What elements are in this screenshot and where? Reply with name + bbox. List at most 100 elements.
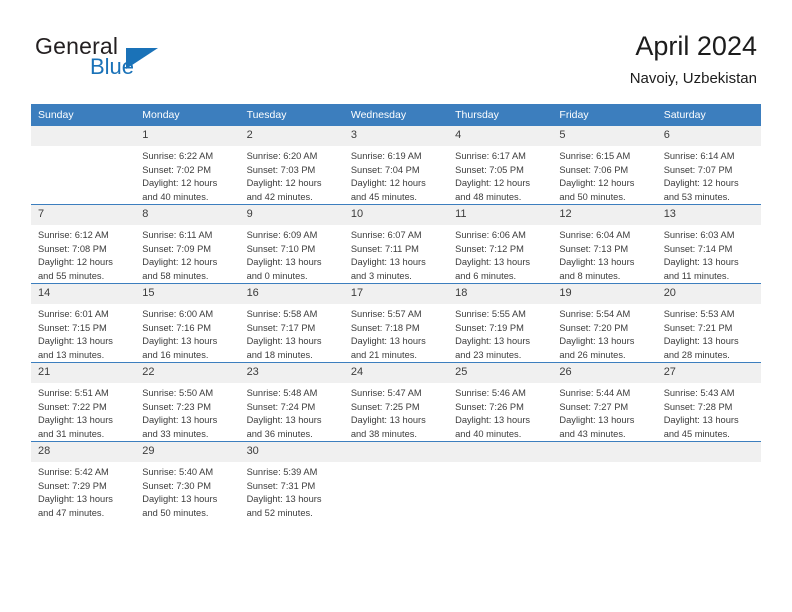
sunrise-text: Sunrise: 5:53 AM (663, 309, 735, 319)
calendar-day-cell[interactable]: 2 Sunrise: 6:20 AM Sunset: 7:03 PM Daylight… (239, 126, 344, 205)
day-details: Sunrise: 5:46 AM Sunset: 7:26 PM Daylight:… (448, 383, 552, 441)
page-title: April 2024 (635, 31, 757, 61)
day-details: Sunrise: 6:14 AM Sunset: 7:07 PM Daylight:… (657, 146, 761, 204)
day-number (552, 442, 657, 462)
calendar-day-cell[interactable]: 3 Sunrise: 6:19 AM Sunset: 7:04 PM Daylight… (343, 126, 449, 205)
day-details: Sunrise: 6:00 AM Sunset: 7:16 PM Daylight:… (135, 304, 239, 362)
calendar-day-cell[interactable]: 17 Sunrise: 5:57 AM Sunset: 7:18 PM Dayligh… (343, 283, 449, 363)
calendar-day-cell[interactable]: 19 Sunrise: 5:54 AM Sunset: 7:20 PM Dayligh… (552, 283, 657, 363)
calendar-day-cell[interactable]: 14 Sunrise: 6:01 AM Sunset: 7:15 PM Dayligh… (31, 283, 136, 363)
day-details: Sunrise: 5:58 AM Sunset: 7:17 PM Daylight:… (240, 304, 344, 362)
sunrise-text: Sunrise: 6:06 AM (455, 230, 526, 240)
sunrise-text: Sunrise: 5:50 AM (142, 388, 214, 398)
daylight-text-line1: Daylight: 13 hours (559, 336, 635, 346)
sunrise-text: Sunrise: 5:58 AM (246, 309, 318, 319)
day-number: 15 (135, 284, 240, 304)
sunrise-text: Sunrise: 5:39 AM (246, 467, 318, 477)
day-details: Sunrise: 6:04 AM Sunset: 7:13 PM Daylight:… (552, 225, 656, 283)
day-number: 21 (31, 363, 136, 383)
day-details: Sunrise: 5:53 AM Sunset: 7:21 PM Daylight:… (657, 304, 761, 362)
daylight-text-line1: Daylight: 13 hours (38, 494, 113, 504)
daylight-text-line1: Daylight: 13 hours (559, 415, 635, 425)
daylight-text-line1: Daylight: 13 hours (246, 494, 322, 504)
calendar-day-cell[interactable]: 26 Sunrise: 5:44 AM Sunset: 7:27 PM Dayligh… (552, 362, 657, 442)
day-details: Sunrise: 5:55 AM Sunset: 7:19 PM Daylight:… (448, 304, 552, 362)
calendar-cell-empty (343, 441, 449, 520)
calendar-day-cell[interactable]: 13 Sunrise: 6:03 AM Sunset: 7:14 PM Dayligh… (656, 204, 761, 284)
calendar-day-cell[interactable]: 5 Sunrise: 6:15 AM Sunset: 7:06 PM Daylight… (552, 126, 657, 205)
calendar-week-row: 1 Sunrise: 6:22 AM Sunset: 7:02 PM Daylight… (31, 126, 761, 205)
logo-text-blue: Blue (90, 54, 135, 79)
day-number: 18 (448, 284, 553, 304)
calendar-day-cell[interactable]: 20 Sunrise: 5:53 AM Sunset: 7:21 PM Dayligh… (656, 283, 761, 363)
calendar-day-cell[interactable]: 8 Sunrise: 6:11 AM Sunset: 7:09 PM Daylight… (135, 204, 240, 284)
sunrise-text: Sunrise: 6:11 AM (142, 230, 213, 240)
day-number (448, 442, 553, 462)
day-details: Sunrise: 5:47 AM Sunset: 7:25 PM Daylight:… (344, 383, 448, 441)
calendar-day-cell[interactable]: 9 Sunrise: 6:09 AM Sunset: 7:10 PM Daylight… (239, 204, 344, 284)
daylight-text-line2: and 48 minutes. (455, 191, 522, 202)
daylight-text-line1: Daylight: 13 hours (246, 336, 322, 346)
daylight-text-line1: Daylight: 12 hours (246, 178, 322, 188)
sunrise-text: Sunrise: 6:00 AM (142, 309, 214, 319)
day-number: 22 (135, 363, 240, 383)
daylight-text-line2: and 55 minutes. (38, 270, 105, 281)
daylight-text-line1: Daylight: 13 hours (663, 415, 739, 425)
sunrise-text: Sunrise: 5:54 AM (559, 309, 631, 319)
daylight-text-line1: Daylight: 13 hours (559, 257, 635, 267)
calendar-day-cell[interactable]: 11 Sunrise: 6:06 AM Sunset: 7:12 PM Dayligh… (448, 204, 553, 284)
daylight-text-line2: and 43 minutes. (559, 428, 626, 439)
calendar-day-cell[interactable]: 24 Sunrise: 5:47 AM Sunset: 7:25 PM Dayligh… (343, 362, 449, 442)
calendar-day-cell[interactable]: 16 Sunrise: 5:58 AM Sunset: 7:17 PM Dayligh… (239, 283, 344, 363)
sunset-text: Sunset: 7:15 PM (38, 322, 107, 333)
sunset-text: Sunset: 7:29 PM (38, 480, 107, 491)
calendar-day-cell[interactable]: 30 Sunrise: 5:39 AM Sunset: 7:31 PM Dayligh… (239, 441, 344, 520)
calendar-day-cell[interactable]: 18 Sunrise: 5:55 AM Sunset: 7:19 PM Dayligh… (448, 283, 553, 363)
sunrise-text: Sunrise: 6:22 AM (142, 151, 214, 161)
calendar-day-cell[interactable]: 1 Sunrise: 6:22 AM Sunset: 7:02 PM Daylight… (135, 126, 240, 205)
daylight-text-line1: Daylight: 12 hours (559, 178, 635, 188)
calendar-day-cell[interactable]: 7 Sunrise: 6:12 AM Sunset: 7:08 PM Daylight… (31, 204, 136, 284)
sunrise-text: Sunrise: 5:57 AM (350, 309, 422, 319)
calendar-day-cell[interactable]: 15 Sunrise: 6:00 AM Sunset: 7:16 PM Dayligh… (135, 283, 240, 363)
calendar-day-cell[interactable]: 28 Sunrise: 5:42 AM Sunset: 7:29 PM Dayligh… (31, 441, 136, 520)
calendar-week-row: 14 Sunrise: 6:01 AM Sunset: 7:15 PM Dayligh… (31, 283, 761, 363)
daylight-text-line1: Daylight: 13 hours (663, 336, 739, 346)
calendar-body: 1 Sunrise: 6:22 AM Sunset: 7:02 PM Daylight… (31, 126, 761, 520)
daylight-text-line2: and 52 minutes. (246, 507, 313, 518)
daylight-text-line2: and 42 minutes. (246, 191, 313, 202)
sunset-text: Sunset: 7:30 PM (142, 480, 212, 491)
calendar-day-cell[interactable]: 27 Sunrise: 5:43 AM Sunset: 7:28 PM Dayligh… (656, 362, 761, 442)
calendar-day-cell[interactable]: 22 Sunrise: 5:50 AM Sunset: 7:23 PM Dayligh… (135, 362, 240, 442)
daylight-text-line2: and 0 minutes. (246, 270, 308, 281)
calendar-day-cell[interactable]: 21 Sunrise: 5:51 AM Sunset: 7:22 PM Dayligh… (31, 362, 136, 442)
calendar-day-cell[interactable]: 10 Sunrise: 6:07 AM Sunset: 7:11 PM Dayligh… (343, 204, 449, 284)
day-number: 9 (239, 205, 344, 225)
daylight-text-line1: Daylight: 12 hours (142, 178, 218, 188)
day-details: Sunrise: 6:06 AM Sunset: 7:12 PM Daylight:… (448, 225, 552, 283)
calendar-day-cell[interactable]: 29 Sunrise: 5:40 AM Sunset: 7:30 PM Dayligh… (135, 441, 240, 520)
daylight-text-line2: and 31 minutes. (38, 428, 105, 439)
sunset-text: Sunset: 7:04 PM (350, 164, 420, 175)
calendar-day-cell[interactable]: 25 Sunrise: 5:46 AM Sunset: 7:26 PM Dayligh… (448, 362, 553, 442)
page-subtitle: Navoiy, Uzbekistan (629, 70, 757, 87)
sunrise-text: Sunrise: 5:44 AM (559, 388, 631, 398)
sunrise-text: Sunrise: 5:43 AM (663, 388, 735, 398)
calendar-cell-empty (552, 441, 657, 520)
day-number: 2 (239, 126, 344, 146)
sunrise-text: Sunrise: 5:51 AM (38, 388, 109, 398)
sunrise-text: Sunrise: 6:03 AM (663, 230, 735, 240)
calendar-day-cell[interactable]: 12 Sunrise: 6:04 AM Sunset: 7:13 PM Dayligh… (552, 204, 657, 284)
sunset-text: Sunset: 7:12 PM (455, 243, 524, 254)
calendar-day-cell[interactable]: 23 Sunrise: 5:48 AM Sunset: 7:24 PM Dayligh… (239, 362, 344, 442)
sunset-text: Sunset: 7:17 PM (246, 322, 316, 333)
daylight-text-line1: Daylight: 13 hours (350, 415, 426, 425)
day-details: Sunrise: 6:19 AM Sunset: 7:04 PM Daylight:… (344, 146, 448, 204)
calendar-day-cell[interactable]: 6 Sunrise: 6:14 AM Sunset: 7:07 PM Daylight… (656, 126, 761, 205)
sunset-text: Sunset: 7:18 PM (350, 322, 420, 333)
sunset-text: Sunset: 7:23 PM (142, 401, 212, 412)
weekday-header-saturday: Saturday (656, 104, 761, 126)
weekday-header-wednesday: Wednesday (343, 104, 449, 126)
daylight-text-line2: and 50 minutes. (559, 191, 626, 202)
calendar-day-cell[interactable]: 4 Sunrise: 6:17 AM Sunset: 7:05 PM Daylight… (448, 126, 553, 205)
